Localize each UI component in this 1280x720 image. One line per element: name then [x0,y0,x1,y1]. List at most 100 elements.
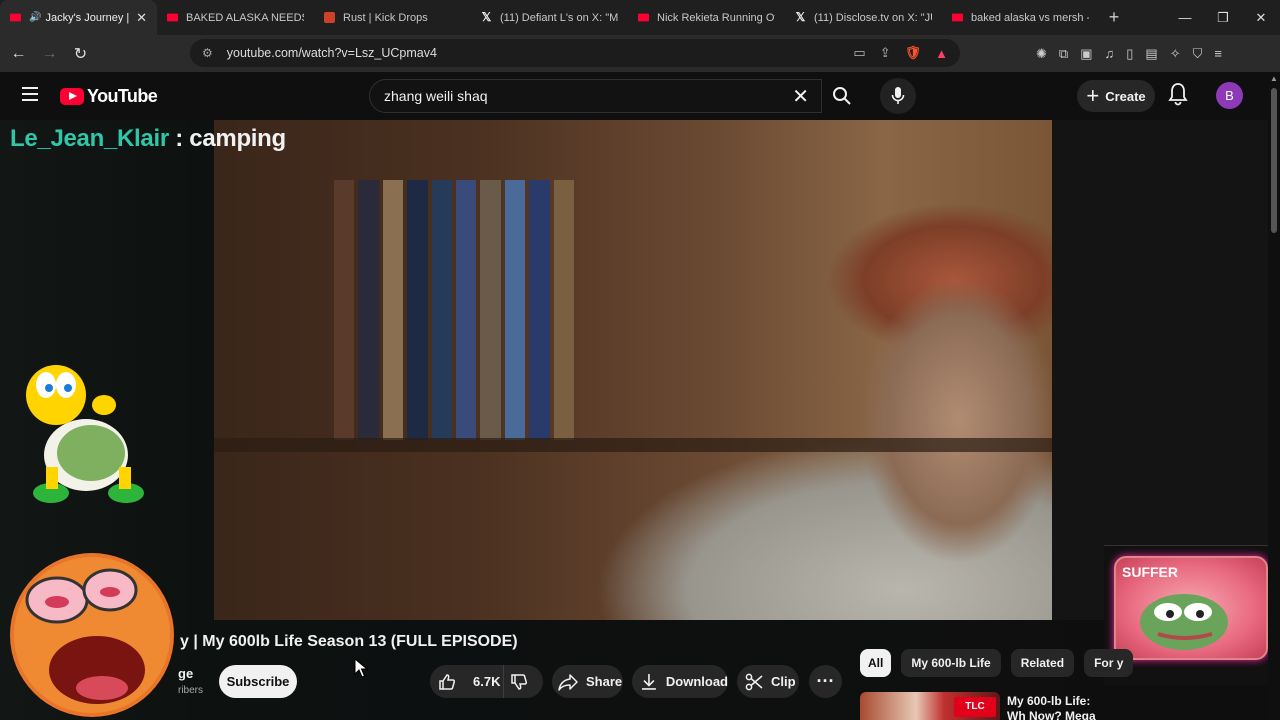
tab-label: (11) Disclose.tv on X: "JUS [814,11,932,24]
browser-tab-4[interactable]: 𝕏 (11) Defiant L's on X: "Mul [471,0,628,35]
browser-tab-5[interactable]: Nick Rekieta Running Off [628,0,785,35]
search-query: zhang weili shaq [384,88,488,104]
back-icon[interactable]: ← [6,45,31,63]
plus-icon: + [1086,83,1100,108]
tab-label: Jacky's Journey | M [45,11,130,24]
forward-icon[interactable]: → [37,45,62,63]
notifications-button[interactable] [1168,82,1188,111]
speaker-icon[interactable]: 🔊 [29,12,41,23]
tlc-badge: TLC [954,697,996,717]
url-field[interactable]: ⚙ youtube.com/watch?v=Lsz_UCpmav4 ▭ ⇪ 🛡 … [190,39,960,67]
brave-rewards-icon[interactable]: ▲ [935,46,948,61]
brave-shields-icon[interactable]: 🛡 [905,45,922,61]
watch-page: Le_Jean_Klair : camping SUFFER y | My 60… [0,120,1280,720]
thumbs-down-icon [511,673,528,690]
address-bar: ← → ↻ 🔖︎ ⚙ youtube.com/watch?v=Lsz_UCpma… [0,35,1280,72]
extension-icon[interactable]: ✺ [1036,46,1047,62]
chip-my-600-lb-life[interactable]: My 600-lb Life [901,649,1001,677]
search-button[interactable] [822,79,862,113]
tab-label: BAKED ALASKA NEEDS M [186,11,304,24]
browser-tab-6[interactable]: 𝕏 (11) Disclose.tv on X: "JUS [785,0,942,35]
like-button[interactable]: 6.7K [430,665,504,698]
pepe-icon [1140,594,1228,650]
subscribe-button[interactable]: Subscribe [219,665,297,698]
media-icon[interactable]: ♫ [1105,46,1115,61]
browser-tab-bar: 🔊 Jacky's Journey | M ✕ BAKED ALASKA NEE… [0,0,1280,35]
search-icon [833,87,851,105]
chip-all[interactable]: All [860,649,892,677]
koopa-sticker [26,365,144,503]
mouse-cursor-icon [354,658,368,678]
thumbs-up-icon [439,673,456,690]
shelf-edge [214,438,1052,452]
menu-icon[interactable]: ≡ [1214,46,1222,61]
bookshelf-scene [334,180,575,440]
cast-icon[interactable]: ▭ [853,45,865,61]
channel-name[interactable]: ge [178,666,193,681]
create-label: Create [1105,88,1146,104]
site-info-icon[interactable]: ⚙ [202,46,213,60]
leo-icon[interactable]: ✧ [1170,46,1181,62]
browser-tab-7[interactable]: baked alaska vs mersh - Y [942,0,1099,35]
rust-icon [324,12,335,23]
wallet-icon[interactable]: ▤ [1145,46,1157,62]
close-window-icon[interactable]: ✕ [1242,0,1280,35]
share-button[interactable]: Share [552,665,623,698]
clear-search-icon[interactable]: ✕ [792,84,809,109]
browser-tab-2[interactable]: BAKED ALASKA NEEDS M [157,0,314,35]
window-controls: — ❐ ✕ [1166,0,1280,35]
chat-overlay: Le_Jean_Klair : camping [10,125,286,153]
clip-button[interactable]: Clip [737,665,799,698]
share-page-icon[interactable]: ⇪ [880,45,891,61]
create-button[interactable]: + Create [1077,80,1155,112]
logo-text: YouTube [87,86,158,106]
clip-label: Clip [771,674,796,689]
extensions-area: ✺ ⧉ ▣ ♫ ▯ ▤ ✧ ⛉ ≡ [1036,35,1222,72]
youtube-icon [638,13,649,22]
sidebar-icon[interactable]: ▯ [1126,46,1133,62]
vpn-icon[interactable]: ⛉ [1193,46,1203,62]
dislike-button[interactable] [504,673,542,691]
microphone-icon [891,87,905,104]
recommended-video[interactable]: TLC My 600-lb Life: Wh Now? Mega Marat [860,692,1280,720]
video-player[interactable] [214,120,1052,620]
youtube-icon [10,13,21,22]
like-dislike-group: 6.7K [430,665,543,698]
restore-icon[interactable]: ❐ [1204,0,1242,35]
minimize-icon[interactable]: — [1166,0,1204,35]
puzzle-icon[interactable]: ⧉ [1059,46,1068,62]
avatar[interactable]: B [1216,82,1243,109]
new-tab-button[interactable]: + [1099,7,1129,28]
chip-for-you[interactable]: For y [1084,649,1134,677]
crying-face-sticker [10,553,174,717]
chat-message: : camping [168,125,286,152]
tab-label: (11) Defiant L's on X: "Mul [500,11,618,24]
suffer-text: SUFFER [1122,564,1178,580]
youtube-icon [952,13,963,22]
share-label: Share [586,674,623,689]
browser-tab-3[interactable]: Rust | Kick Drops [314,0,471,35]
more-actions-button[interactable]: ··· [809,665,842,698]
download-label: Download [665,674,728,689]
browser-tab-1[interactable]: 🔊 Jacky's Journey | M ✕ [0,0,157,35]
download-icon [641,673,656,690]
close-tab-icon[interactable]: ✕ [136,10,147,26]
screenshot-icon[interactable]: ▣ [1080,46,1092,62]
page-scrollbar[interactable]: ▲ [1268,72,1280,720]
hamburger-menu-icon[interactable] [22,87,38,101]
scroll-up-icon[interactable]: ▲ [1270,74,1278,83]
youtube-logo[interactable]: YouTube [60,86,158,107]
search-input[interactable]: zhang weili shaq ✕ [369,79,822,113]
voice-search-button[interactable] [880,78,916,114]
recommended-video-title[interactable]: My 600-lb Life: Wh Now? Mega Marat [1007,694,1107,720]
share-icon [558,673,578,691]
url-text: youtube.com/watch?v=Lsz_UCpmav4 [226,46,437,60]
chat-username: Le_Jean_Klair [10,125,169,152]
download-button[interactable]: Download [632,665,728,698]
scrollbar-thumb[interactable] [1271,88,1277,233]
tab-label: baked alaska vs mersh - Y [971,11,1089,24]
youtube-play-icon [60,88,84,105]
video-title: y | My 600lb Life Season 13 (FULL EPISOD… [180,633,518,650]
chip-related[interactable]: Related [1010,649,1075,677]
reload-icon[interactable]: ↻ [68,44,93,64]
